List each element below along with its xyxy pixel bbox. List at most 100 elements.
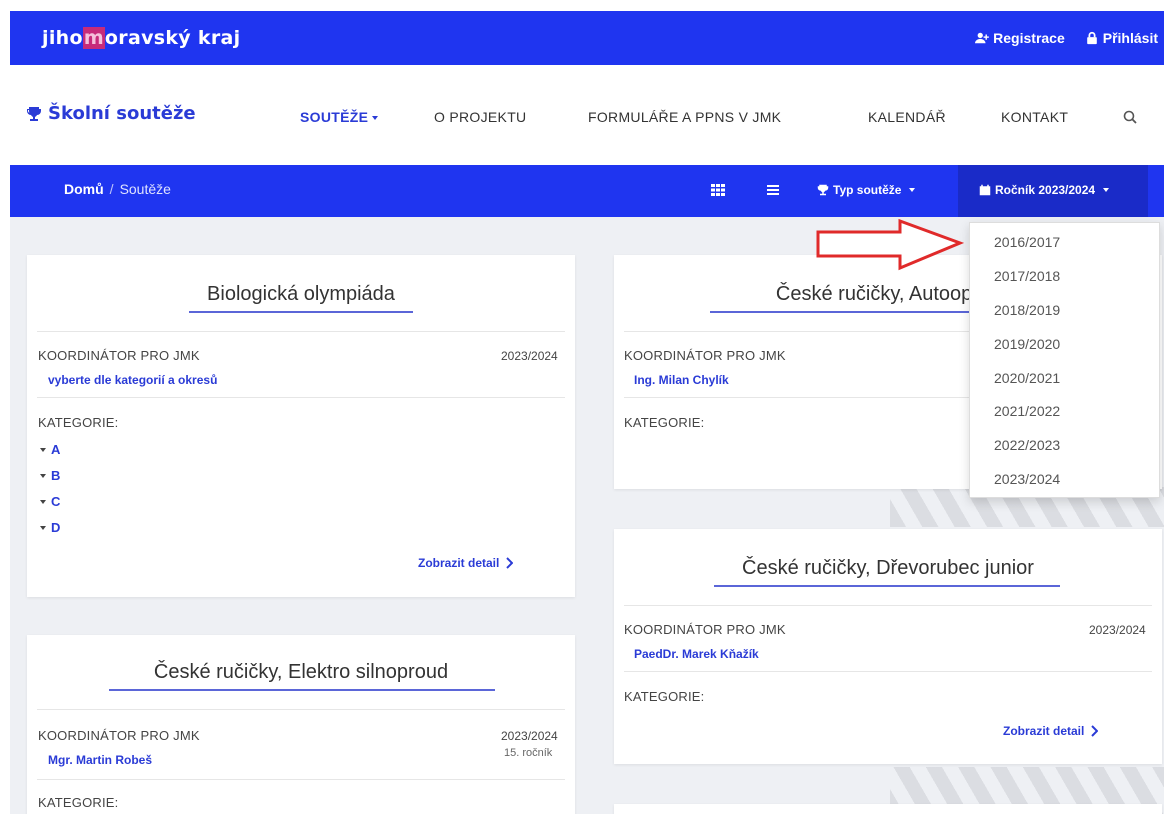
breadcrumb-home[interactable]: Domů [64,181,104,197]
breadcrumb: Domů / Soutěže [64,181,171,197]
competition-card-drevo: České ručičky, Dřevorubec junior KOORDIN… [614,529,1162,764]
caret-down-icon [40,473,46,478]
divider [624,605,1152,606]
category-label: B [51,468,61,483]
logo-part-1: jiho [42,27,83,49]
brand-link[interactable]: Školní soutěže [26,103,196,124]
title-underline [714,585,1060,587]
detail-label: Zobrazit detail [1003,724,1085,738]
nav-label-souteze: SOUTĚŽE [300,109,369,125]
detail-link[interactable]: Zobrazit detail [1003,724,1099,738]
calendar-icon [979,184,991,196]
nav-label-kontakt: KONTAKT [1001,109,1069,125]
year-filter[interactable]: Ročník 2023/2024 [979,183,1110,197]
card-title[interactable]: České ručičky, Elektro silnoproud [27,661,575,684]
year-dropdown-menu: 2016/2017 2017/2018 2018/2019 2019/2020 … [969,222,1160,498]
nav-label-kalendar: KALENDÁŘ [868,109,946,125]
card-title[interactable]: České ručičky, Dřevorubec junior [614,557,1162,580]
caret-down-icon [40,499,46,504]
divider [37,397,565,398]
register-label: Registrace [993,30,1065,46]
nav-item-formulare[interactable]: FORMULÁŘE A PPNS V JMK [588,109,781,125]
categories-label: KATEGORIE: [624,415,705,430]
caret-down-icon [40,525,46,530]
breadcrumb-current: Soutěže [119,181,171,197]
breadcrumb-separator: / [109,181,114,197]
logo-part-m: m [82,27,105,49]
title-underline [109,689,495,691]
list-view-icon[interactable] [765,182,781,198]
coordinator-label: KOORDINÁTOR PRO JMK [624,622,786,637]
competition-card-partial [614,804,1162,814]
lock-icon [1086,31,1097,45]
site-logo[interactable]: jihomoravský kraj [42,27,240,49]
caret-down-icon [372,116,379,121]
coordinator-label: KOORDINÁTOR PRO JMK [624,348,786,363]
nav-item-o-projektu[interactable]: O PROJEKTU [434,109,526,125]
user-plus-icon [975,32,989,44]
title-underline [189,311,413,313]
year-label: 2023/2024 [1089,623,1146,637]
divider [37,779,565,780]
login-link[interactable]: Přihlásit [1085,30,1158,46]
coordinator-link[interactable]: vyberte dle kategorií a okresů [48,373,217,387]
nav-item-kontakt[interactable]: KONTAKT [1001,109,1068,125]
top-links: Registrace Přihlásit [975,30,1158,46]
dropdown-option-2023-2024[interactable]: 2023/2024 [994,471,1060,487]
category-item[interactable]: C [40,494,60,509]
caret-down-icon [909,188,916,192]
coordinator-label: KOORDINÁTOR PRO JMK [38,348,200,363]
detail-label: Zobrazit detail [418,556,500,570]
caret-down-icon [40,447,46,452]
divider [37,331,565,332]
nav-item-soutěže[interactable]: SOUTĚŽE [300,109,379,125]
category-label: D [51,520,61,535]
coordinator-link[interactable]: Ing. Milan Chylík [634,373,729,387]
competition-type-filter[interactable]: Typ soutěže [817,183,916,197]
coordinator-link[interactable]: PaedDr. Marek Kňažík [634,647,759,661]
category-label: C [51,494,61,509]
categories-label: KATEGORIE: [38,795,119,810]
login-label: Přihlásit [1102,30,1158,46]
competition-card-bio: Biologická olympiáda KOORDINÁTOR PRO JMK… [27,255,575,597]
grid-view-icon[interactable] [710,182,726,198]
title-underline [710,311,974,313]
top-bar: jihomoravský kraj Registrace Přihlásit [10,11,1164,65]
dropdown-option-2018-2019[interactable]: 2018/2019 [994,302,1060,318]
detail-link[interactable]: Zobrazit detail [418,556,514,570]
nav-label-o-projektu: O PROJEKTU [434,109,527,125]
year-label: 2023/2024 [501,349,558,363]
dropdown-option-2021-2022[interactable]: 2021/2022 [994,403,1060,419]
caret-down-icon [1103,188,1110,192]
nav-label-formulare: FORMULÁŘE A PPNS V JMK [588,109,782,125]
categories-label: KATEGORIE: [38,415,119,430]
dropdown-option-2017-2018[interactable]: 2017/2018 [994,268,1060,284]
dropdown-option-2016-2017[interactable]: 2016/2017 [994,234,1060,250]
chevron-right-icon [506,557,514,569]
category-item[interactable]: D [40,520,60,535]
edition-note: 15. ročník [504,747,553,759]
trophy-icon [27,106,41,121]
coordinator-label: KOORDINÁTOR PRO JMK [38,728,200,743]
dropdown-option-2022-2023[interactable]: 2022/2023 [994,437,1060,453]
register-link[interactable]: Registrace [975,30,1065,46]
red-arrow-annotation [816,218,964,271]
category-item[interactable]: A [40,442,60,457]
search-icon[interactable] [1122,109,1138,125]
card-title[interactable]: Biologická olympiáda [27,283,575,306]
dropdown-option-2020-2021[interactable]: 2020/2021 [994,370,1060,386]
categories-label: KATEGORIE: [624,689,705,704]
divider [37,709,565,710]
year-filter-label: Ročník 2023/2024 [995,183,1096,197]
category-item[interactable]: B [40,468,60,483]
coordinator-link[interactable]: Mgr. Martin Robeš [48,753,152,767]
chevron-right-icon [1091,725,1099,737]
competition-type-label: Typ soutěže [833,183,902,197]
dropdown-option-2019-2020[interactable]: 2019/2020 [994,336,1060,352]
trophy-icon [817,184,829,196]
competition-card-elektro: České ručičky, Elektro silnoproud KOORDI… [27,635,575,814]
nav-item-kalendar[interactable]: KALENDÁŘ [868,109,946,125]
main-nav: Školní soutěže SOUTĚŽE O PROJEKTU FORMUL… [10,65,1164,165]
category-label: A [51,442,61,457]
breadcrumb-bar: Domů / Soutěže Typ soutěže Ročník 2023/2… [10,165,1164,217]
